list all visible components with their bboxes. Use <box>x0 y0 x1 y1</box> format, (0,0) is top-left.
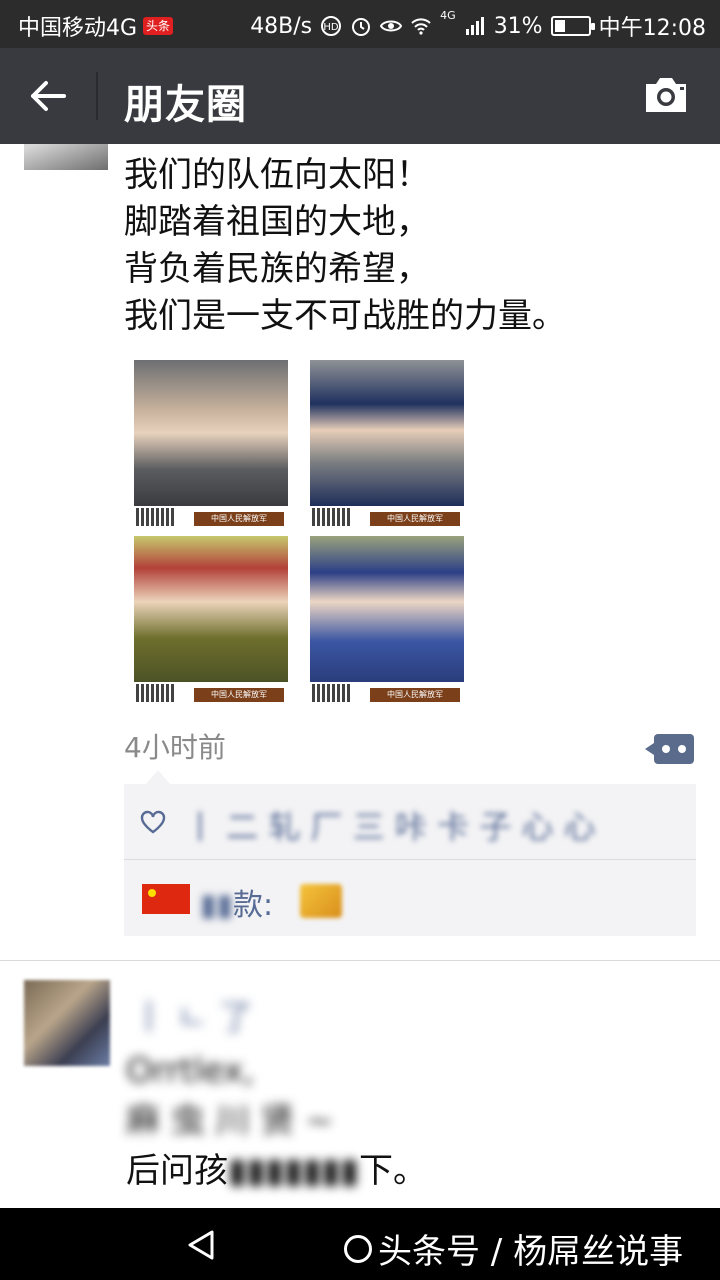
photo-thumbnail[interactable]: 中国人民解放军 <box>304 532 470 704</box>
post-line-start: 后问孩 <box>126 1151 228 1191</box>
hd-icon: HD <box>321 16 342 36</box>
photo-image <box>310 536 464 682</box>
avatar[interactable] <box>24 980 110 1066</box>
comment-author[interactable]: ▮▮款: <box>200 880 273 924</box>
photo-image <box>134 360 288 506</box>
alarm-icon <box>352 18 371 36</box>
photo-thumbnail[interactable]: 中国人民解放军 <box>128 532 294 704</box>
battery-icon <box>550 16 595 36</box>
battery-percent: 31% <box>493 13 543 39</box>
network-type: 4G <box>440 9 456 22</box>
avatar[interactable] <box>24 144 108 170</box>
watermark: 头条号 / 杨屌丝说事 <box>344 1224 683 1273</box>
photo-caption: 中国人民解放军 <box>370 688 460 702</box>
post-line: 后问孩▮▮▮▮▮▮▮下。 <box>126 1151 427 1191</box>
heart-icon <box>140 810 166 834</box>
clock: 中午12:08 <box>598 16 706 41</box>
post-line: 背负着民族的希望， <box>124 249 430 289</box>
svg-text:HD: HD <box>324 22 340 33</box>
camera-icon <box>646 78 686 112</box>
interaction-panel: 丨 二 轧 厂 三 咔 卡 子 心 心 ▮▮款: <box>124 770 696 936</box>
likes-row: 丨 二 轧 厂 三 咔 卡 子 心 心 <box>124 784 696 860</box>
title-bar: 朋友圈 <box>0 48 720 144</box>
author-name[interactable]: 丨 ㄴ 了 <box>132 990 253 1039</box>
signal-icon <box>465 17 484 35</box>
eye-icon <box>380 20 403 32</box>
navigation-bar: 头条号 / 杨屌丝说事 <box>0 1208 720 1280</box>
wifi-icon <box>411 18 431 35</box>
photo-image <box>310 360 464 506</box>
status-bar: 中国移动4G 头条 48B/s HD 4G 31% 中午12:08 <box>0 0 720 48</box>
post-line: 脚踏着祖国的大地， <box>124 202 430 242</box>
photo-thumbnail[interactable]: 中国人民解放军 <box>128 356 294 528</box>
photo-caption: 中国人民解放军 <box>194 688 284 702</box>
qr-code <box>136 684 176 702</box>
photo-image <box>134 536 288 682</box>
photo-caption: 中国人民解放军 <box>194 512 284 526</box>
more-dots-icon <box>662 745 686 753</box>
flag-icon <box>142 884 190 914</box>
comment-menu-button[interactable] <box>645 734 694 764</box>
post-line: 我们是一支不可战胜的力量。 <box>124 296 566 336</box>
back-button[interactable] <box>22 70 74 122</box>
post-separator <box>0 960 720 961</box>
title-divider <box>96 72 98 120</box>
back-arrow-icon <box>31 81 66 111</box>
carrier-label: 中国移动4G <box>18 16 138 41</box>
qr-code <box>136 508 176 526</box>
qr-code <box>312 508 352 526</box>
post-line: 麻 虫 川 贤 ~ <box>126 1101 334 1141</box>
qr-code <box>312 684 352 702</box>
liker-names[interactable]: 丨 二 轧 厂 三 咔 卡 子 心 心 <box>184 802 596 848</box>
home-circle-icon[interactable] <box>344 1234 372 1263</box>
post-line: Orrtlex, <box>126 1051 255 1091</box>
watermark-text: 头条号 / 杨屌丝说事 <box>378 1232 684 1272</box>
page-title: 朋友圈 <box>124 82 247 128</box>
moments-feed[interactable]: 我们的队伍向太阳！ 脚踏着祖国的大地， 背负着民族的希望， 我们是一支不可战胜的… <box>0 144 720 1208</box>
network-speed: 48B/s <box>250 13 313 39</box>
post-line: 我们的队伍向太阳！ <box>124 155 430 195</box>
photo-thumbnail[interactable]: 中国人民解放军 <box>304 356 470 528</box>
comment-author-label: 款: <box>233 888 274 923</box>
photo-caption: 中国人民解放军 <box>370 512 460 526</box>
post-line-end: 下。 <box>358 1151 427 1191</box>
photo-grid: 中国人民解放军 中国人民解放军 中国人民解放军 中国人民解放军 <box>128 356 470 706</box>
post-text: Orrtlex, 麻 虫 川 贤 ~ 后问孩▮▮▮▮▮▮▮下。 <box>126 1046 427 1196</box>
emoji-icon <box>300 884 342 918</box>
post-timestamp: 4小时前 <box>124 731 226 764</box>
carrier-badge: 头条 <box>143 17 174 35</box>
nav-back-icon[interactable] <box>184 1228 218 1262</box>
camera-button[interactable] <box>642 74 690 118</box>
post-text: 我们的队伍向太阳！ 脚踏着祖国的大地， 背负着民族的希望， 我们是一支不可战胜的… <box>124 152 566 340</box>
comment-row[interactable]: ▮▮款: <box>124 862 696 936</box>
